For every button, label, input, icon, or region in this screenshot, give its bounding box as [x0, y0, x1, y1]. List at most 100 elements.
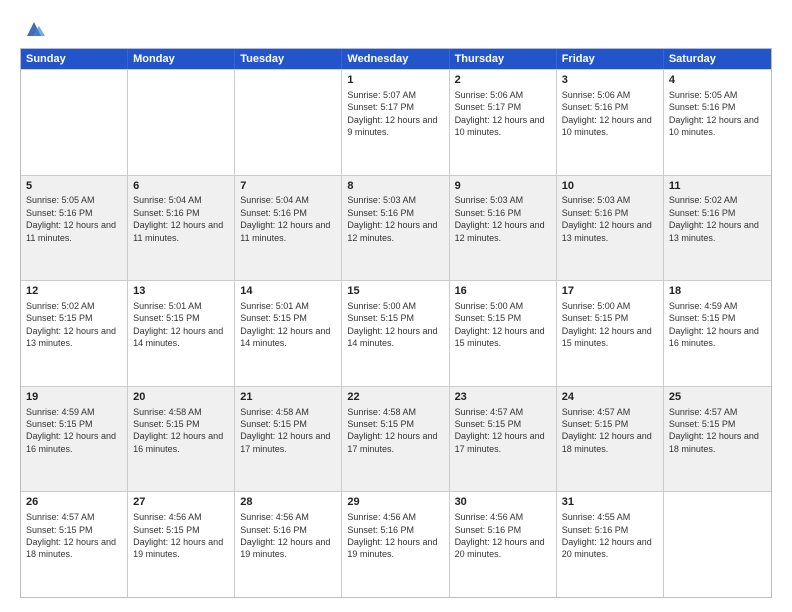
calendar-cell: 19 Sunrise: 4:59 AM Sunset: 5:15 PM Dayligh… [21, 387, 128, 492]
cell-text: Sunrise: 4:56 AM [347, 512, 416, 522]
calendar-cell: 6Sunrise: 5:04 AMSunset: 5:16 PMDaylight… [128, 176, 235, 281]
cell-text: Sunset: 5:15 PM [133, 525, 200, 535]
cell-text: Daylight: 12 hours and 12 minutes. [455, 220, 545, 242]
day-number: 8 [347, 179, 443, 194]
cell-text: Sunset: 5:16 PM [669, 102, 736, 112]
cell-text: Sunrise: 4:55 AM [562, 512, 631, 522]
day-number: 15 [347, 284, 443, 299]
cell-text: Daylight: 12 hours and 19 minutes. [133, 537, 223, 559]
cell-text: Sunrise: 5:00 AM [455, 301, 524, 311]
day-number: 14 [240, 284, 336, 299]
calendar-cell [21, 70, 128, 175]
calendar-cell [128, 70, 235, 175]
day-number: 10 [562, 179, 658, 194]
day-number: 23 [455, 390, 551, 405]
calendar-row: 1Sunrise: 5:07 AMSunset: 5:17 PMDaylight… [21, 69, 771, 175]
cell-text: Sunrise: 4:58 AM [347, 407, 416, 417]
calendar-cell: 7Sunrise: 5:04 AMSunset: 5:16 PMDaylight… [235, 176, 342, 281]
day-number: 18 [669, 284, 766, 299]
weekday-header: Monday [128, 49, 235, 69]
day-number: 4 [669, 73, 766, 88]
cell-text: Sunrise: 5:06 AM [455, 90, 524, 100]
cell-text: Daylight: 12 hours and 15 minutes. [455, 326, 545, 348]
cell-text: Daylight: 12 hours and 17 minutes. [455, 431, 545, 453]
cell-text: Daylight: 12 hours and 16 minutes. [669, 326, 759, 348]
cell-text: Sunrise: 5:05 AM [26, 195, 95, 205]
day-number: 11 [669, 179, 766, 194]
day-number: 9 [455, 179, 551, 194]
calendar-cell: 17Sunrise: 5:00 AMSunset: 5:15 PMDayligh… [557, 281, 664, 386]
cell-text: Sunrise: 5:00 AM [347, 301, 416, 311]
cell-text: Daylight: 12 hours and 20 minutes. [562, 537, 652, 559]
cell-text: Sunrise: 4:56 AM [133, 512, 202, 522]
cell-text: Sunrise: 4:56 AM [455, 512, 524, 522]
page: SundayMondayTuesdayWednesdayThursdayFrid… [0, 0, 792, 612]
cell-text: Daylight: 12 hours and 16 minutes. [133, 431, 223, 453]
cell-text: Daylight: 12 hours and 16 minutes. [26, 431, 116, 453]
calendar-cell: 20Sunrise: 4:58 AMSunset: 5:15 PMDayligh… [128, 387, 235, 492]
cell-text: Daylight: 12 hours and 9 minutes. [347, 115, 437, 137]
cell-text: Sunrise: 5:03 AM [455, 195, 524, 205]
cell-text: Sunrise: 4:59 AM [26, 407, 95, 417]
cell-text: Daylight: 12 hours and 11 minutes. [133, 220, 223, 242]
cell-text: Daylight: 12 hours and 14 minutes. [240, 326, 330, 348]
cell-text: Sunset: 5:16 PM [347, 525, 414, 535]
cell-text: Daylight: 12 hours and 13 minutes. [562, 220, 652, 242]
cell-text: Sunrise: 4:57 AM [562, 407, 631, 417]
weekday-header: Thursday [450, 49, 557, 69]
day-number: 21 [240, 390, 336, 405]
calendar-cell: 21Sunrise: 4:58 AMSunset: 5:15 PMDayligh… [235, 387, 342, 492]
cell-text: Sunrise: 5:01 AM [133, 301, 202, 311]
calendar-cell [664, 492, 771, 597]
cell-text: Daylight: 12 hours and 20 minutes. [455, 537, 545, 559]
cell-text: Sunset: 5:15 PM [240, 313, 307, 323]
cell-text: Sunset: 5:16 PM [347, 208, 414, 218]
logo-icon [23, 18, 45, 40]
calendar-cell: 22Sunrise: 4:58 AMSunset: 5:15 PMDayligh… [342, 387, 449, 492]
cell-text: Sunset: 5:16 PM [133, 208, 200, 218]
cell-text: Sunrise: 5:07 AM [347, 90, 416, 100]
cell-text: Sunrise: 5:04 AM [240, 195, 309, 205]
cell-text: Sunset: 5:16 PM [562, 208, 629, 218]
cell-text: Sunset: 5:16 PM [669, 208, 736, 218]
cell-text: Sunset: 5:15 PM [26, 525, 93, 535]
cell-text: Daylight: 12 hours and 14 minutes. [347, 326, 437, 348]
day-number: 20 [133, 390, 229, 405]
calendar-row: 12Sunrise: 5:02 AMSunset: 5:15 PMDayligh… [21, 280, 771, 386]
calendar-row: 19 Sunrise: 4:59 AM Sunset: 5:15 PM Dayligh… [21, 386, 771, 492]
day-number: 26 [26, 495, 122, 510]
weekday-header: Friday [557, 49, 664, 69]
cell-text: Sunset: 5:16 PM [240, 208, 307, 218]
cell-text: Sunset: 5:16 PM [240, 525, 307, 535]
calendar-body: 1Sunrise: 5:07 AMSunset: 5:17 PMDaylight… [21, 69, 771, 597]
cell-text: Sunrise: 4:56 AM [240, 512, 309, 522]
cell-text: Sunset: 5:15 PM [26, 313, 93, 323]
day-number: 24 [562, 390, 658, 405]
cell-text: Sunset: 5:15 PM [26, 419, 93, 429]
calendar-cell: 14Sunrise: 5:01 AMSunset: 5:15 PMDayligh… [235, 281, 342, 386]
calendar-header: SundayMondayTuesdayWednesdayThursdayFrid… [21, 49, 771, 69]
calendar-cell: 15Sunrise: 5:00 AMSunset: 5:15 PMDayligh… [342, 281, 449, 386]
cell-text: Sunrise: 5:04 AM [133, 195, 202, 205]
cell-text: Daylight: 12 hours and 11 minutes. [240, 220, 330, 242]
day-number: 13 [133, 284, 229, 299]
day-number: 1 [347, 73, 443, 88]
cell-text: Daylight: 12 hours and 19 minutes. [240, 537, 330, 559]
calendar-cell: 27Sunrise: 4:56 AMSunset: 5:15 PMDayligh… [128, 492, 235, 597]
cell-text: Daylight: 12 hours and 10 minutes. [562, 115, 652, 137]
cell-text: Sunset: 5:16 PM [455, 525, 522, 535]
calendar-cell: 11Sunrise: 5:02 AMSunset: 5:16 PMDayligh… [664, 176, 771, 281]
day-number: 19 [26, 390, 122, 405]
calendar-row: 5Sunrise: 5:05 AM Sunset: 5:16 PM Daylight… [21, 175, 771, 281]
calendar-cell: 25Sunrise: 4:57 AMSunset: 5:15 PMDayligh… [664, 387, 771, 492]
cell-text: Daylight: 12 hours and 13 minutes. [26, 326, 116, 348]
day-number: 31 [562, 495, 658, 510]
day-number: 29 [347, 495, 443, 510]
calendar-cell [235, 70, 342, 175]
cell-text: Sunrise: 5:06 AM [562, 90, 631, 100]
cell-text: Sunset: 5:15 PM [562, 313, 629, 323]
header [20, 18, 772, 40]
day-number: 5 [26, 179, 122, 194]
cell-text: Sunrise: 4:59 AM [669, 301, 738, 311]
cell-text: Daylight: 12 hours and 18 minutes. [26, 537, 116, 559]
